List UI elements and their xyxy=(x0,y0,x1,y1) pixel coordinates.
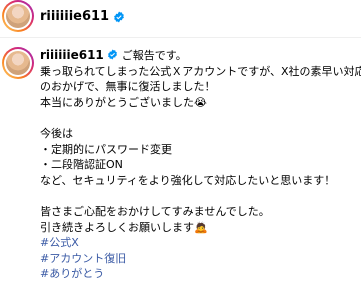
caption-line: など、セキュリティをより強化して対応したいと思います！ xyxy=(40,173,336,187)
avatar-image xyxy=(6,51,30,75)
avatar-image xyxy=(6,4,30,28)
post-username-text[interactable]: riiiiiie611 xyxy=(40,9,109,25)
hashtag-link[interactable]: #アカウント復旧 xyxy=(40,251,360,267)
caption-line: 本当にありがとうございました😭 xyxy=(40,95,207,109)
hashtag-link[interactable]: #ありがとう xyxy=(40,266,360,282)
verified-badge-icon xyxy=(114,11,125,23)
comment-avatar[interactable] xyxy=(2,47,34,79)
caption-line: 皆さまご心配をおかけしてすみませんでした。 xyxy=(40,204,270,218)
profile-avatar[interactable] xyxy=(2,0,34,32)
hashtag-link[interactable]: #公式X xyxy=(40,235,360,251)
caption-line: ・定期的にパスワード変更 xyxy=(40,142,172,156)
caption-line: 引き続きよろしくお願いします🙇 xyxy=(40,220,208,234)
post-username[interactable]: riiiiiie611 xyxy=(40,9,125,25)
caption-line: のおかげで、無事に復活しました！ xyxy=(40,80,216,94)
caption-text: riiiiiie611 ご報告です。 乗っ取られてしまった公式Ｘアカウントですが、… xyxy=(40,48,361,282)
caption-line: 今後は xyxy=(40,126,73,140)
comment-username[interactable]: riiiiiie611 xyxy=(40,48,104,62)
post-header: riiiiiie611 xyxy=(0,0,361,38)
caption-intro: ご報告です。 xyxy=(121,49,187,62)
verified-badge-icon xyxy=(107,49,117,60)
caption-line: 乗っ取られてしまった公式Ｘアカウントですが、X社の素早い対応 xyxy=(40,64,361,78)
caption-line: ・二段階認証ON xyxy=(40,158,123,172)
